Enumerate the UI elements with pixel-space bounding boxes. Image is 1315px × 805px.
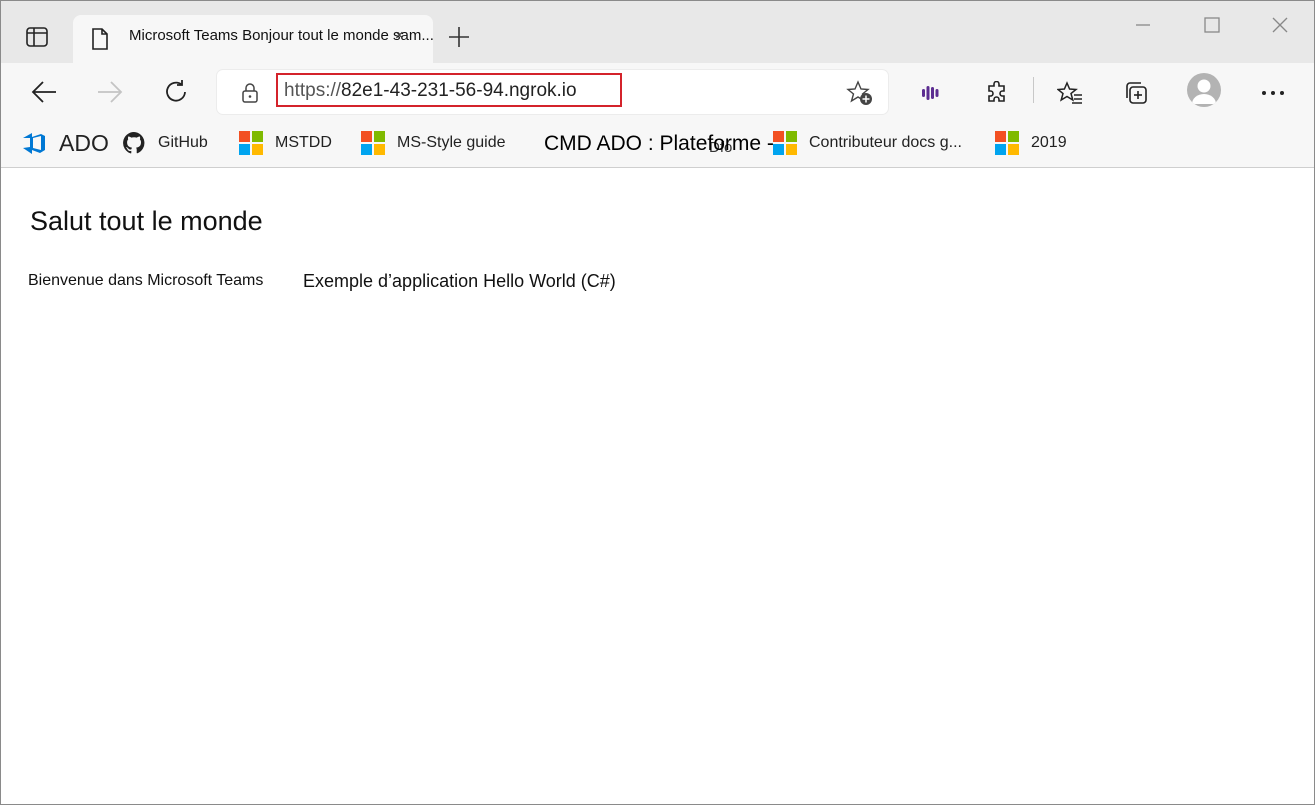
url-scheme: https://: [284, 80, 342, 101]
github-icon: [123, 132, 145, 154]
lock-icon[interactable]: [241, 82, 259, 104]
maximize-icon: [1204, 17, 1220, 33]
favorite-contributeur[interactable]: Contributeur docs g...: [773, 129, 962, 157]
tab-close-button[interactable]: ×: [395, 27, 404, 44]
arrow-right-icon: [98, 81, 123, 103]
url-text[interactable]: https://82e1-43-231-56-94.ngrok.io: [284, 80, 577, 102]
back-button[interactable]: [27, 75, 61, 109]
tab-actions-button[interactable]: [21, 21, 53, 53]
minimize-icon: [1136, 24, 1150, 26]
microsoft-logo-icon: [773, 131, 797, 155]
favorite-github[interactable]: GitHub: [122, 129, 208, 157]
add-favorite-icon[interactable]: [846, 80, 874, 106]
favorite-mstdd[interactable]: MSTDD: [239, 129, 332, 157]
favorites-button[interactable]: [1054, 77, 1086, 109]
extensions-button[interactable]: [981, 77, 1013, 109]
azure-devops-icon: [23, 133, 45, 154]
favorite-ado-label: ADO: [59, 129, 109, 156]
favorite-cmd-ado[interactable]: CMD ADO : Plateforme -: [544, 130, 774, 158]
sample-app-text: Exemple d’application Hello World (C#): [303, 271, 616, 291]
profile-avatar[interactable]: [1187, 73, 1221, 107]
page-content: Salut tout le monde Bienvenue dans Micro…: [1, 168, 1314, 804]
url-host: 82e1-43-231-56-94.ngrok.io: [341, 80, 577, 101]
microsoft-logo-icon: [361, 131, 385, 155]
forward-button[interactable]: [93, 75, 127, 109]
favorite-cmd-ado-label: CMD ADO : Plateforme -: [544, 132, 774, 155]
favorite-msstyle[interactable]: MS-Style guide: [361, 129, 506, 157]
browser-tab[interactable]: Microsoft Teams Bonjour tout le monde sa…: [73, 15, 434, 63]
extension-button[interactable]: [915, 77, 947, 109]
tab-actions-icon: [26, 27, 48, 47]
page-icon: [92, 28, 108, 50]
new-tab-button[interactable]: [445, 23, 473, 51]
toolbar-divider: [1033, 77, 1034, 103]
url-highlight-box: https://82e1-43-231-56-94.ngrok.io: [276, 73, 622, 107]
favorite-2019[interactable]: 2019: [995, 129, 1067, 157]
favorites-bar: ADO GitHub MSTDD MS-Style guide Dfo CMD …: [1, 119, 1314, 168]
extension-logo-icon: [922, 86, 939, 100]
favorite-mstdd-label: MSTDD: [275, 134, 332, 151]
toolbar: https://82e1-43-231-56-94.ngrok.io: [1, 63, 1314, 119]
minimize-button[interactable]: [1123, 11, 1163, 39]
settings-more-button[interactable]: [1257, 77, 1289, 109]
welcome-text: Bienvenue dans Microsoft Teams: [28, 272, 264, 289]
close-window-button[interactable]: [1260, 11, 1300, 39]
microsoft-logo-icon: [995, 131, 1019, 155]
title-bar: Microsoft Teams Bonjour tout le monde sa…: [1, 1, 1314, 63]
page-heading: Salut tout le monde: [30, 206, 263, 236]
maximize-button[interactable]: [1192, 11, 1232, 39]
favorite-ado[interactable]: ADO: [21, 129, 109, 157]
collections-icon: [1126, 82, 1147, 104]
favorite-github-label: GitHub: [158, 134, 208, 151]
browser-window: Microsoft Teams Bonjour tout le monde sa…: [0, 0, 1315, 805]
arrow-left-icon: [31, 81, 56, 103]
favorite-msstyle-label: MS-Style guide: [397, 134, 506, 151]
refresh-button[interactable]: [159, 75, 193, 109]
favorites-list-icon: [1057, 81, 1082, 104]
close-icon: [1272, 17, 1288, 33]
collections-button[interactable]: [1120, 77, 1152, 109]
refresh-icon: [166, 80, 186, 102]
favorite-contributeur-label: Contributeur docs g...: [809, 134, 962, 151]
more-icon: [1262, 91, 1284, 95]
puzzle-icon: [988, 81, 1005, 102]
microsoft-logo-icon: [239, 131, 263, 155]
favorite-2019-label: 2019: [1031, 134, 1067, 151]
address-bar[interactable]: https://82e1-43-231-56-94.ngrok.io: [217, 70, 888, 114]
plus-icon: [449, 27, 469, 47]
user-icon: [1192, 79, 1216, 104]
